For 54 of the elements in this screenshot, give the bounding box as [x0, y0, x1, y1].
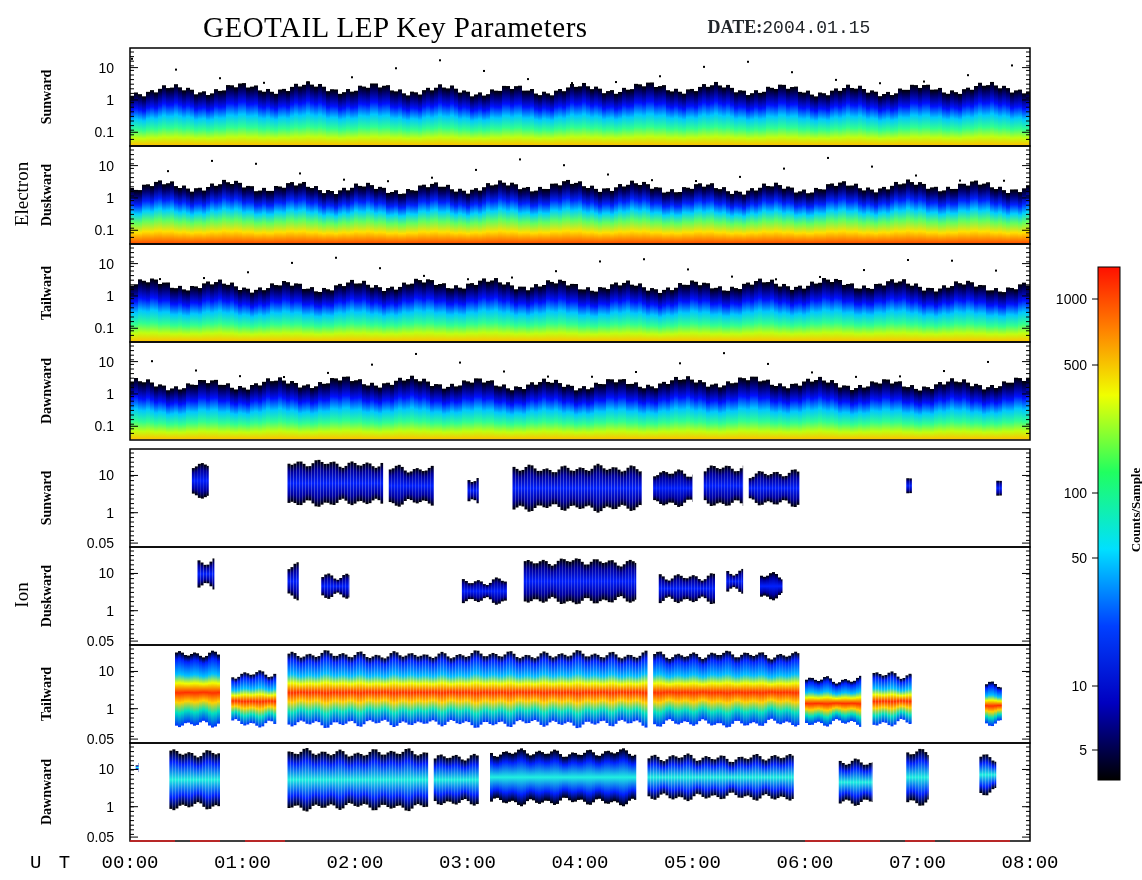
tick-label: 100 — [1063, 485, 1087, 501]
tick-label: 03:00 — [439, 852, 496, 874]
tick-label: 04:00 — [551, 852, 609, 874]
tick-label: 1 — [106, 91, 114, 108]
tick-label: 0.1 — [94, 320, 114, 337]
tick-label: 05:00 — [664, 852, 721, 874]
tick-label: 500 — [1063, 357, 1087, 373]
panel-label: Sunward — [39, 69, 54, 125]
tick-label: 1 — [106, 504, 114, 521]
tick-label: 50 — [1071, 550, 1087, 566]
panel-label: Tailward — [39, 266, 54, 320]
tick-label: 10 — [1071, 678, 1087, 694]
tick-label: 1 — [106, 798, 114, 815]
tick-label: 01:00 — [214, 852, 271, 874]
panel-label: Sunward — [39, 470, 54, 526]
tick-label: 1 — [106, 700, 114, 717]
chart-title: GEOTAIL LEP Key Parameters — [203, 13, 588, 42]
tick-label: 07:00 — [889, 852, 946, 874]
date-label: DATE: — [707, 16, 763, 39]
tick-label: 10 — [98, 59, 114, 76]
tick-label: 0.05 — [86, 731, 114, 748]
tick-label: 00:00 — [101, 852, 159, 874]
group-label: Ion — [11, 582, 32, 608]
tick-label: 0.1 — [94, 222, 114, 239]
tick-label: 5 — [1079, 742, 1087, 758]
panel-label: Duskward — [39, 564, 54, 628]
tick-label: 0.1 — [94, 124, 114, 141]
date-value: 2004.01.15 — [762, 17, 871, 40]
tick-label: 10 — [98, 663, 114, 680]
tick-label: 0.05 — [86, 829, 114, 846]
tick-label: 10 — [98, 467, 114, 484]
tick-label: 10 — [98, 255, 114, 272]
tick-label: 1 — [106, 602, 114, 619]
tick-label: 1 — [106, 385, 114, 402]
axis-label: U T — [30, 852, 74, 874]
panel-label: Tailward — [39, 667, 54, 721]
tick-label: 10 — [98, 565, 114, 582]
tick-label: 10 — [98, 353, 114, 370]
tick-label: 02:00 — [326, 852, 384, 874]
tick-label: 1 — [106, 287, 114, 304]
axis-label: Counts/Sample — [1128, 467, 1142, 553]
panel-label: Duskward — [39, 163, 54, 227]
panel-label: Dawnward — [39, 758, 54, 826]
tick-label: 08:00 — [1001, 852, 1059, 874]
panel-label: Dawnward — [39, 357, 54, 425]
tick-label: 10 — [98, 761, 114, 778]
tick-label: 1 — [106, 189, 114, 206]
tick-label: 0.05 — [86, 535, 114, 552]
tick-label: 0.1 — [94, 418, 114, 435]
tick-label: 1000 — [1055, 291, 1087, 307]
tick-label: 10 — [98, 157, 114, 174]
group-label: Electron — [11, 161, 32, 227]
tick-label: 0.05 — [86, 633, 114, 650]
tick-label: 06:00 — [776, 852, 834, 874]
